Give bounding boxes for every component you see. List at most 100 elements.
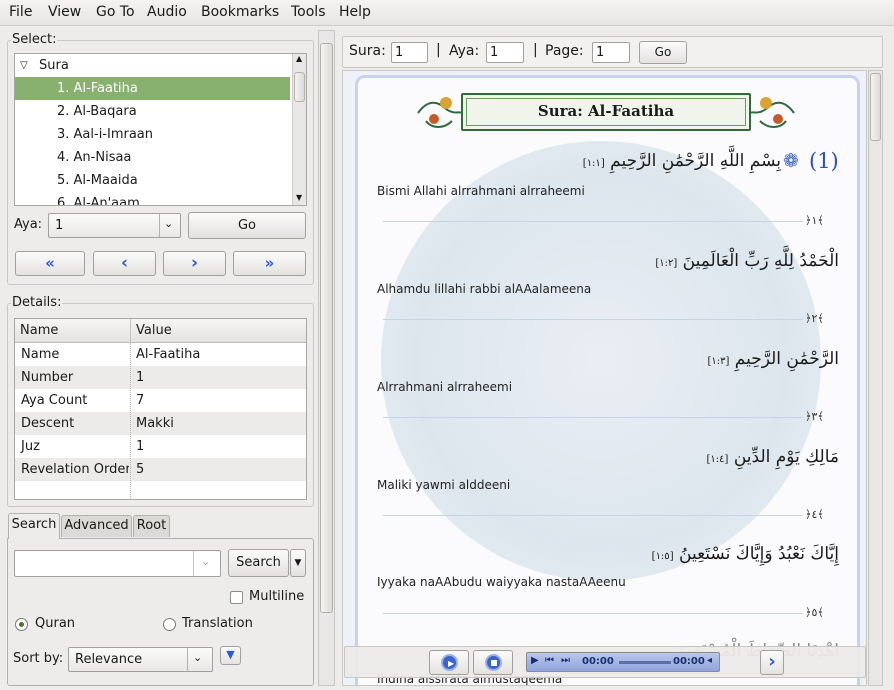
sort-order-icon[interactable]: ▼ [220, 646, 241, 665]
reader-view[interactable]: Sura: Al-Faatiha (1) ❁ بِسْمِ اللَّهِ ال… [342, 70, 867, 686]
cell-key: Juz [21, 439, 40, 454]
page-input-value: 1 [596, 45, 605, 60]
table-row[interactable]: Number 1 [15, 366, 306, 389]
quran-radio[interactable] [15, 618, 28, 631]
column-value[interactable]: Value [136, 323, 172, 338]
aya-transliteration[interactable]: Bismi Allahi alrrahmani alrraheemi [377, 184, 585, 198]
aya-arabic[interactable]: مَالِكِ يَوْمِ الدِّينِ [١:٤] [543, 447, 839, 467]
sura-item[interactable]: 6. Al-An'aam [15, 192, 293, 205]
menu-file[interactable]: File [9, 4, 32, 20]
menu-goto[interactable]: Go To [96, 4, 135, 20]
menu-audio[interactable]: Audio [147, 4, 187, 20]
volume-icon[interactable]: ◂ [707, 655, 712, 666]
sura-input[interactable]: 1 [391, 42, 428, 63]
menu-help[interactable]: Help [339, 4, 371, 20]
sura-title: Sura: Al-Faatiha [537, 102, 675, 120]
aya-divider [383, 417, 803, 418]
combo-separator [193, 551, 194, 576]
play-small-icon[interactable]: ▶ [531, 655, 539, 666]
details-legend: Details: [11, 295, 63, 310]
left-panel-scrollbar[interactable] [318, 30, 335, 686]
last-sura-button[interactable]: » [233, 251, 306, 276]
navigation-toolbar: Sura: 1 | Aya: 1 | Page: 1 Go [342, 36, 883, 68]
aya-arabic[interactable]: الرَّحْمَٰنِ الرَّحِيمِ [١:٣] [543, 349, 839, 369]
cell-key: Name [21, 347, 60, 362]
scroll-thumb[interactable] [294, 72, 305, 102]
table-row[interactable]: Juz 1 [15, 435, 306, 458]
aya-end-marker: ﴿١﴾ [805, 214, 824, 227]
chevron-down-icon: ⌄ [164, 217, 174, 230]
tree-scrollbar[interactable]: ▲ ▼ [292, 54, 306, 205]
menu-view[interactable]: View [48, 4, 81, 20]
aya-transliteration[interactable]: Iyyaka naAAbudu waiyyaka nastaAAeenu [377, 575, 626, 589]
bookmark-flower-icon[interactable]: ❁ [783, 150, 799, 172]
sura-input-value: 1 [395, 45, 404, 60]
search-button[interactable]: Search [228, 549, 289, 577]
table-row[interactable]: Name Al-Faatiha [15, 343, 306, 366]
sura-item[interactable]: 3. Aal-i-Imraan [15, 123, 293, 146]
aya-divider [383, 515, 803, 516]
audio-player: ▶ ▶ ⏮ ⏭ 00:00 00:00 ◂ › [344, 646, 866, 678]
cell-value: Makki [136, 416, 174, 431]
progress-track[interactable] [619, 661, 671, 664]
next-track-icon[interactable]: › [760, 650, 784, 675]
skip-back-icon[interactable]: ⏮ [545, 655, 554, 666]
search-menu-arrow-icon[interactable]: ▼ [290, 549, 306, 577]
cell-value: Al-Faatiha [136, 347, 201, 362]
ornament-right-icon [748, 91, 796, 133]
go-button[interactable]: Go [188, 212, 306, 239]
aya-transliteration[interactable]: Alhamdu lillahi rabbi alAAalameena [377, 282, 591, 296]
seek-bar[interactable]: ▶ ⏮ ⏭ 00:00 00:00 ◂ [526, 652, 720, 672]
table-row[interactable]: Aya Count 7 [15, 389, 306, 412]
aya-arabic[interactable]: بِسْمِ اللَّهِ الرَّحْمَٰنِ الرَّحِيمِ [… [493, 151, 781, 171]
sura-item[interactable]: 5. Al-Maaida [15, 169, 293, 192]
first-sura-button[interactable]: « [15, 251, 85, 276]
sura-item-selected[interactable]: 1. Al-Faatiha [15, 77, 290, 100]
skip-forward-icon[interactable]: ⏭ [561, 655, 570, 666]
menu-bookmarks[interactable]: Bookmarks [201, 4, 279, 20]
sura-item[interactable]: 4. An-Nisaa [15, 146, 293, 169]
prev-sura-button[interactable]: ‹ [93, 251, 156, 276]
sura-item[interactable]: 2. Al-Baqara [15, 100, 293, 123]
column-name[interactable]: Name [20, 323, 58, 338]
aya-input[interactable]: 1 [486, 42, 524, 63]
aya-transliteration[interactable]: Alrrahmani alrraheemi [377, 380, 512, 394]
sura-title-frame: Sura: Al-Faatiha [461, 93, 751, 131]
aya-transliteration[interactable]: Maliki yawmi alddeeni [377, 478, 510, 492]
multiline-checkbox[interactable] [230, 591, 243, 604]
select-legend: Select: [11, 32, 58, 47]
scroll-up-icon[interactable]: ▲ [296, 54, 302, 63]
play-button[interactable]: ▶ [429, 650, 469, 675]
tab-root[interactable]: Root [133, 515, 170, 537]
combo-separator [187, 648, 188, 671]
aya-divider [383, 319, 803, 320]
expander-icon[interactable]: ▽ [20, 54, 28, 77]
scroll-thumb[interactable] [320, 43, 333, 613]
table-row[interactable]: Descent Makki [15, 412, 306, 435]
sura-tree: ▽ Sura 1. Al-Faatiha 2. Al-Baqara 3. Aal… [14, 53, 307, 206]
scroll-thumb[interactable] [870, 73, 881, 141]
aya-combo[interactable]: 1 ⌄ [48, 213, 181, 238]
page-go-button[interactable]: Go [639, 41, 687, 64]
menu-tools[interactable]: Tools [291, 4, 326, 20]
translation-radio[interactable] [163, 618, 176, 631]
page-input[interactable]: 1 [592, 42, 630, 63]
reader-scrollbar[interactable] [868, 70, 883, 686]
sort-value: Relevance [75, 652, 143, 667]
stop-button[interactable] [473, 650, 513, 675]
tab-advanced[interactable]: Advanced [61, 515, 132, 537]
chevron-down-icon[interactable]: ⌄ [201, 555, 210, 568]
scroll-down-icon[interactable]: ▼ [296, 193, 302, 202]
tree-root-label: Sura [39, 58, 69, 73]
tree-root[interactable]: ▽ Sura [15, 54, 293, 77]
aya-divider [383, 221, 803, 222]
aya-arabic[interactable]: إِيَّاكَ نَعْبُدُ وَإِيَّاكَ نَسْتَعِينُ… [463, 544, 839, 564]
tab-search[interactable]: Search [8, 513, 60, 539]
combo-separator [159, 214, 160, 237]
cell-key: Aya Count [21, 393, 88, 408]
search-combo[interactable]: ⌄ [14, 550, 221, 577]
table-row[interactable]: Revelation Order 5 [15, 458, 306, 481]
sort-combo[interactable]: Relevance ⌄ [68, 647, 213, 672]
next-sura-button[interactable]: › [163, 251, 226, 276]
aya-arabic[interactable]: الْحَمْدُ لِلَّهِ رَبِّ الْعَالَمِينَ [١… [463, 251, 839, 271]
